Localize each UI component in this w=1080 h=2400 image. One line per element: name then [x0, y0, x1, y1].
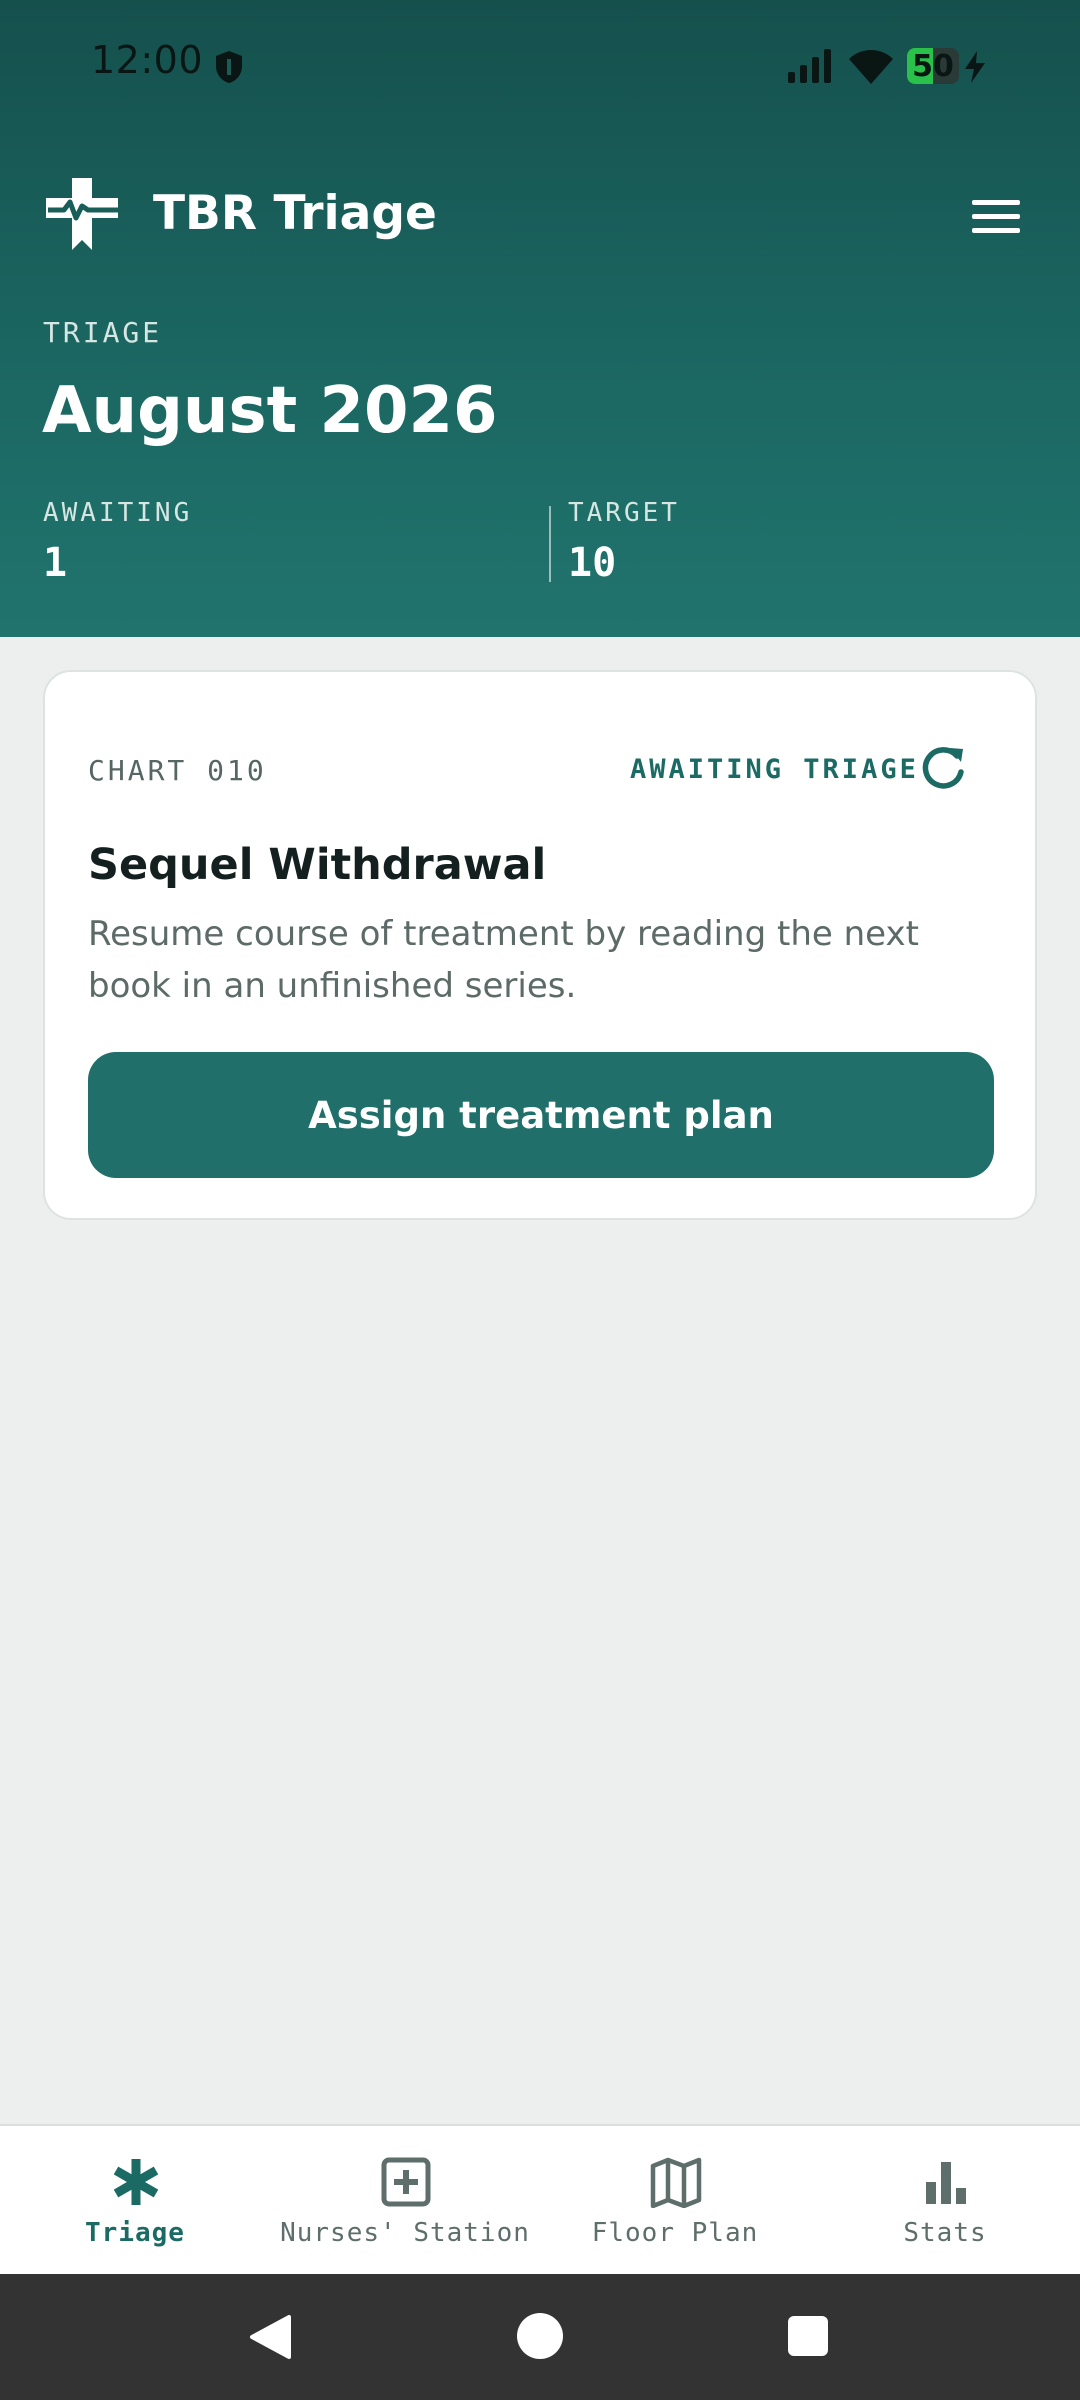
app-title: TBR Triage: [153, 186, 437, 241]
shield-icon: [216, 51, 242, 83]
bar-chart-icon: [926, 2162, 966, 2204]
signal-icon: [788, 49, 831, 83]
app-screen: 12:00 50 TBR Triage TRIAGE August 2026 A…: [0, 0, 1080, 2400]
card-title: Sequel Withdrawal: [88, 840, 547, 890]
asterisk-icon: [113, 2159, 159, 2205]
status-badge: AWAITING TRIAGE: [630, 754, 919, 785]
target-label: TARGET: [568, 498, 680, 528]
plus-square-icon: [381, 2157, 431, 2207]
awaiting-value: 1: [43, 540, 68, 586]
hamburger-menu-icon[interactable]: [966, 190, 1026, 244]
tab-nurses-station[interactable]: Nurses' Station: [270, 2126, 540, 2276]
charging-icon: [965, 51, 985, 83]
section-eyebrow: TRIAGE: [43, 316, 163, 349]
tab-label: Triage: [85, 2218, 185, 2248]
home-icon[interactable]: [517, 2313, 563, 2359]
stat-divider: [549, 506, 551, 582]
wifi-icon: [849, 50, 893, 84]
bottom-nav: Triage Nurses' Station Floor Plan Stats: [0, 2124, 1080, 2274]
map-icon: [650, 2157, 702, 2208]
chart-card: CHART 010 AWAITING TRIAGE Sequel Withdra…: [43, 670, 1037, 1220]
menu-line: [972, 214, 1020, 219]
menu-line: [972, 200, 1020, 205]
battery-percent: 50: [912, 48, 954, 84]
chart-id: CHART 010: [88, 754, 267, 787]
battery-icon: 50: [907, 48, 959, 84]
card-description: Resume course of treatment by reading th…: [88, 914, 919, 1006]
status-time: 12:00: [91, 38, 204, 82]
current-month: August 2026: [42, 374, 498, 448]
assign-treatment-plan-button[interactable]: Assign treatment plan: [88, 1052, 994, 1178]
tab-label: Nurses' Station: [280, 2218, 530, 2248]
tab-label: Floor Plan: [591, 2218, 759, 2248]
menu-line: [972, 228, 1020, 233]
target-value: 10: [568, 540, 617, 586]
tab-stats[interactable]: Stats: [810, 2126, 1080, 2276]
medical-cross-heartbeat-icon: [46, 178, 118, 250]
back-icon[interactable]: [247, 2313, 293, 2361]
awaiting-label: AWAITING: [43, 498, 193, 528]
tab-floor-plan[interactable]: Floor Plan: [540, 2126, 810, 2276]
refresh-icon[interactable]: [917, 742, 969, 794]
tab-triage[interactable]: Triage: [0, 2126, 270, 2276]
header-banner: 12:00 50 TBR Triage TRIAGE August 2026 A…: [0, 0, 1080, 637]
recents-icon[interactable]: [788, 2316, 828, 2356]
tab-label: Stats: [903, 2218, 987, 2248]
